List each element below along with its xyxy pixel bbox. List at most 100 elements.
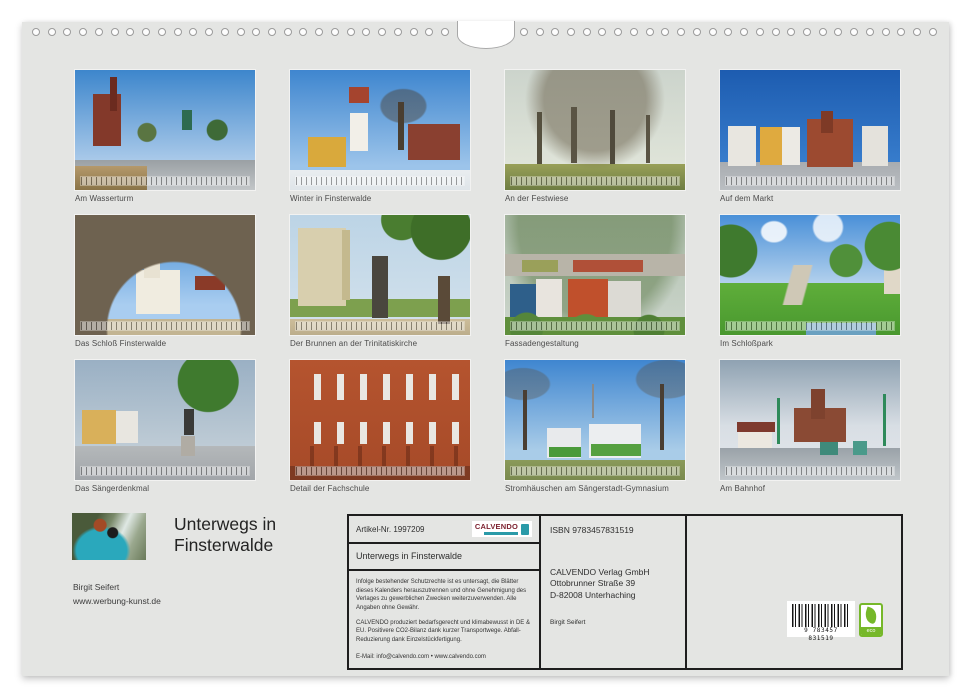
binding-hole — [94, 28, 103, 36]
binding-hole — [236, 28, 245, 36]
barcode-digits: 9 783457 831519 — [804, 627, 838, 643]
publisher-address: CALVENDO Verlag GmbH Ottobrunner Straße … — [550, 567, 676, 601]
calendar-sheet: Am Wasserturm Winter in Finsterwalde An … — [22, 21, 949, 676]
calendar-thumbnail: Winter in Finsterwalde — [290, 70, 470, 203]
photo-caption: Am Bahnhof — [720, 484, 766, 493]
photo-caption: Fassadengestaltung — [505, 339, 579, 348]
publisher-info-box: Artikel-Nr. 1997209 CALVENDO Unterwegs i… — [347, 514, 903, 670]
barcode-area: 9 783457 831519 eco — [787, 601, 883, 642]
binding-hole — [205, 28, 214, 36]
photo-brunnen-trinitatiskirche — [290, 215, 470, 335]
photo-caption: Das Schloß Finsterwalde — [75, 339, 167, 348]
binding-hole — [724, 28, 733, 36]
info-column-right: 9 783457 831519 eco — [687, 516, 901, 668]
calendar-thumbnail: Stromhäuschen am Sängerstadt-Gymnasium — [505, 360, 685, 493]
photo-fassadengestaltung — [505, 215, 685, 335]
binding-hole — [551, 28, 560, 36]
binding-hole — [818, 28, 827, 36]
binding-hole — [755, 28, 764, 36]
calendar-thumbnail: Am Wasserturm — [75, 70, 255, 203]
calendar-thumbnail: Am Bahnhof — [720, 360, 900, 493]
photo-caption: Am Wasserturm — [75, 194, 134, 203]
binding-hole — [740, 28, 749, 36]
binding-hole — [315, 28, 324, 36]
calvendo-logo: CALVENDO — [471, 521, 532, 537]
calendar-thumbnail: Detail der Fachschule — [290, 360, 470, 493]
hanger-notch — [456, 21, 515, 49]
photo-caption: Das Sängerdenkmal — [75, 484, 150, 493]
photo-im-schlosspark — [720, 215, 900, 335]
binding-hole — [566, 28, 575, 36]
binding-hole — [661, 28, 670, 36]
binding-hole — [393, 28, 402, 36]
binding-hole — [708, 28, 717, 36]
calendar-thumbnail: Im Schloßpark — [720, 215, 900, 348]
binding-hole — [582, 28, 591, 36]
binding-hole — [378, 28, 387, 36]
binding-hole — [535, 28, 544, 36]
calendar-thumbnail: Das Sängerdenkmal — [75, 360, 255, 493]
article-number-row: Artikel-Nr. 1997209 CALVENDO — [349, 516, 539, 544]
binding-hole — [913, 28, 922, 36]
binding-hole — [771, 28, 780, 36]
binding-hole — [63, 28, 72, 36]
photo-caption: Im Schloßpark — [720, 339, 773, 348]
publisher-city: D-82008 Unterhaching — [550, 589, 636, 600]
calendar-thumbnail: Das Schloß Finsterwalde — [75, 215, 255, 348]
binding-hole — [142, 28, 151, 36]
binding-hole — [126, 28, 135, 36]
legal-text-block: Infolge bestehender Schutzrechte ist es … — [349, 571, 539, 668]
photo-saengerdenkmal — [75, 360, 255, 480]
binding-hole — [802, 28, 811, 36]
calendar-back-page: Am Wasserturm Winter in Finsterwalde An … — [0, 0, 971, 700]
binding-hole — [47, 28, 56, 36]
binding-hole — [881, 28, 890, 36]
calendar-thumbnail: An der Festwiese — [505, 70, 685, 203]
contact-line: E-Mail: info@calvendo.com • www.calvendo… — [356, 654, 486, 661]
calvendo-wordmark: CALVENDO — [474, 522, 518, 532]
binding-hole — [441, 28, 450, 36]
photo-an-der-festwiese — [505, 70, 685, 190]
calendar-thumbnail: Fassadengestaltung — [505, 215, 685, 348]
binding-hole — [189, 28, 198, 36]
binding-hole — [220, 28, 229, 36]
calendar-title-row: Unterwegs in Finsterwalde — [349, 544, 539, 571]
photo-caption: Stromhäuschen am Sängerstadt-Gymnasium — [505, 484, 669, 493]
photo-caption: Winter in Finsterwalde — [290, 194, 372, 203]
legal-paragraph: CALVENDO produziert bedarfsgerecht und k… — [356, 619, 530, 644]
author-name: Birgit Seifert — [73, 582, 120, 592]
photo-caption: Der Brunnen an der Trinitatiskirche — [290, 339, 418, 348]
binding-hole — [834, 28, 843, 36]
photo-winter-in-finsterwalde — [290, 70, 470, 190]
calvendo-calendar-icon — [521, 523, 529, 535]
calendar-thumbnail: Auf dem Markt — [720, 70, 900, 203]
binding-hole — [283, 28, 292, 36]
binding-hole — [677, 28, 686, 36]
binding-hole — [268, 28, 277, 36]
binding-hole — [409, 28, 418, 36]
photo-detail-der-fachschule — [290, 360, 470, 480]
binding-hole — [425, 28, 434, 36]
publisher-street: Ottobrunner Straße 39 — [550, 578, 636, 589]
photo-caption: Detail der Fachschule — [290, 484, 370, 493]
binding-hole — [330, 28, 339, 36]
binding-hole — [692, 28, 701, 36]
binding-hole — [157, 28, 166, 36]
info-column-middle: ISBN 9783457831519 CALVENDO Verlag GmbH … — [541, 516, 687, 668]
eco-badge: eco — [859, 603, 883, 637]
binding-hole — [173, 28, 182, 36]
binding-hole — [897, 28, 906, 36]
binding-hole — [865, 28, 874, 36]
binding-hole — [645, 28, 654, 36]
ean-barcode: 9 783457 831519 — [787, 601, 855, 642]
author-credit: Birgit Seifert — [550, 619, 586, 627]
binding-hole — [346, 28, 355, 36]
binding-hole — [32, 28, 40, 36]
binding-hole — [362, 28, 371, 36]
binding-hole — [79, 28, 88, 36]
binding-hole — [110, 28, 119, 36]
binding-hole — [614, 28, 623, 36]
binding-hole — [299, 28, 308, 36]
calvendo-logo-text-block: CALVENDO — [475, 523, 518, 535]
author-portrait — [72, 513, 146, 560]
